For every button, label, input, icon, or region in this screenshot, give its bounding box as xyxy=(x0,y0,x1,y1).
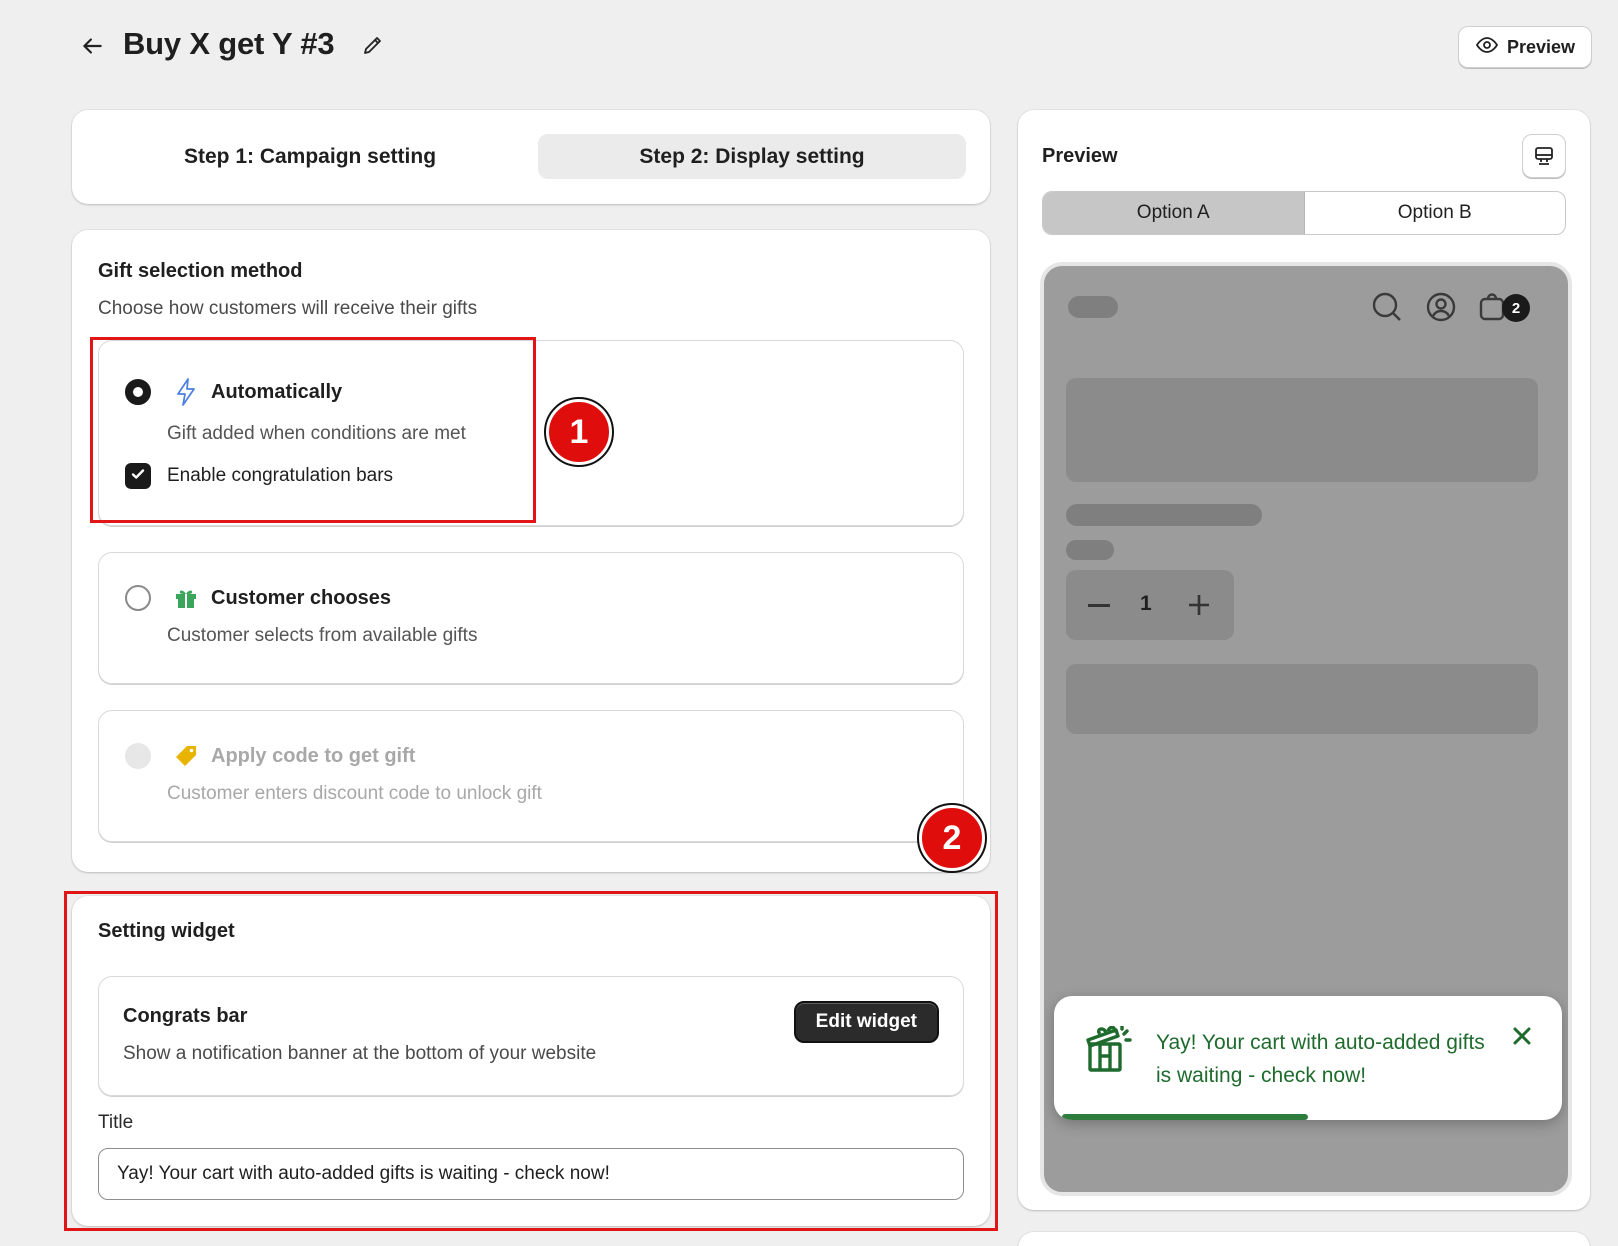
tab-display-setting[interactable]: Step 2: Display setting xyxy=(538,134,966,179)
option-apply-code[interactable]: Apply code to get gift Customer enters d… xyxy=(98,710,964,842)
option-desc-customer-chooses: Customer selects from available gifts xyxy=(167,625,478,646)
quantity-stepper: 1 xyxy=(1066,570,1234,640)
page-title: Buy X get Y #3 xyxy=(123,26,335,61)
product-title-placeholder xyxy=(1066,504,1262,526)
tag-icon xyxy=(173,743,199,769)
pencil-icon[interactable] xyxy=(358,30,388,60)
preview-panel: Preview Option A Option B 2 1 Yay! Your … xyxy=(1018,110,1590,1210)
congrats-progress-bar xyxy=(1062,1114,1308,1120)
option-label-customer-chooses: Customer chooses xyxy=(211,587,392,609)
eye-icon xyxy=(1475,33,1499,62)
tab-option-b[interactable]: Option B xyxy=(1305,192,1566,234)
step-badge-2: 2 xyxy=(917,803,987,873)
radio-customer-chooses[interactable] xyxy=(125,585,151,611)
user-icon xyxy=(1424,290,1458,324)
option-label-apply-code: Apply code to get gift xyxy=(211,745,416,767)
add-to-cart-placeholder xyxy=(1066,664,1538,734)
step-badge-1: 1 xyxy=(544,397,614,467)
preview-button-label: Preview xyxy=(1506,36,1576,57)
steps-card: Step 1: Campaign setting Step 2: Display… xyxy=(72,110,990,204)
product-price-placeholder xyxy=(1066,540,1114,560)
gift-selection-subtitle: Choose how customers will receive their … xyxy=(98,298,478,319)
cart-count-badge: 2 xyxy=(1502,294,1530,322)
back-arrow-icon[interactable] xyxy=(76,30,108,62)
congrats-notification: Yay! Your cart with auto-added gifts is … xyxy=(1054,996,1562,1120)
preview-title: Preview xyxy=(1042,145,1118,167)
gift-selection-card: Gift selection method Choose how custome… xyxy=(72,230,990,872)
preview-button[interactable]: Preview xyxy=(1458,26,1592,68)
minus-icon xyxy=(1088,604,1110,607)
logo-placeholder xyxy=(1068,296,1118,318)
option-desc-apply-code: Customer enters discount code to unlock … xyxy=(167,783,542,804)
product-image-placeholder xyxy=(1066,378,1538,482)
option-customer-chooses[interactable]: Customer chooses Customer selects from a… xyxy=(98,552,964,684)
quantity-value: 1 xyxy=(1140,592,1152,615)
secondary-panel xyxy=(1018,1232,1590,1246)
tab-campaign-setting[interactable]: Step 1: Campaign setting xyxy=(96,134,524,179)
gift-icon xyxy=(173,585,199,611)
gift-selection-title: Gift selection method xyxy=(98,260,303,282)
congrats-message: Yay! Your cart with auto-added gifts is … xyxy=(1156,1031,1485,1087)
highlight-box-setting-widget xyxy=(64,891,998,1231)
search-icon xyxy=(1370,290,1404,324)
plus-icon xyxy=(1188,594,1210,621)
monitor-icon[interactable] xyxy=(1522,134,1566,178)
highlight-box-automatically xyxy=(90,337,536,523)
close-icon[interactable] xyxy=(1510,1024,1534,1048)
tab-option-a[interactable]: Option A xyxy=(1043,192,1305,234)
option-tabs: Option A Option B xyxy=(1042,191,1566,235)
radio-apply-code[interactable] xyxy=(125,743,151,769)
gift-box-icon xyxy=(1084,1024,1132,1079)
phone-preview: 2 1 Yay! Your cart with auto-added gifts… xyxy=(1040,262,1572,1196)
